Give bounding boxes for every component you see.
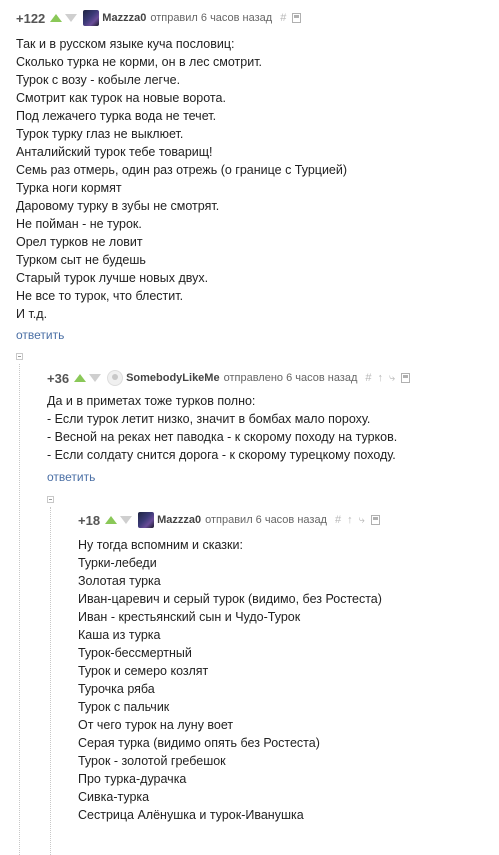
link-icon[interactable]: # (280, 12, 286, 24)
comment-line: Сколько турка не корми, он в лес смотрит… (16, 55, 263, 69)
comment-header: +36 SomebodyLikeMe отправлено 6 часов на… (47, 369, 411, 387)
comment-line: Ну тогда вспомним и сказки: (78, 538, 243, 552)
comment-line: Турок с возу - кобыле легче. (16, 73, 181, 87)
comment-line: Так и в русском языке куча пословиц: (16, 37, 235, 51)
comment-line: Анталийский турок тебе товарищ! (16, 145, 213, 159)
comment-line: Золотая турка (78, 574, 161, 588)
save-icon[interactable] (370, 515, 380, 525)
vote-down-icon[interactable] (120, 516, 133, 524)
comment-line: От чего турок на луну воет (78, 718, 234, 732)
comment: +18 Mazzza0 отправил 6 часов назад # ↑ ⤷… (78, 511, 488, 831)
comment-timestamp: отправил 6 часов назад (150, 12, 273, 24)
link-icon[interactable]: # (335, 514, 341, 526)
comment-line: Под лежачего турка вода не течет. (16, 109, 217, 123)
comment-line: Даровому турку в зубы не смотрят. (16, 199, 220, 213)
comment-line: Турки-лебеди (78, 556, 157, 570)
comment-line: - Если солдату снится дорога - к скорому… (47, 448, 396, 462)
vote-down-icon[interactable] (89, 374, 102, 382)
comment-line: Турок турку глаз не выклюет. (16, 127, 184, 141)
comment: +122 Mazzza0 отправил 6 часов назад # Та… (16, 9, 486, 349)
vote-up-icon[interactable] (105, 516, 118, 524)
comment-line: Турок с пальчик (78, 700, 170, 714)
author-name[interactable]: Mazzza0 (157, 514, 201, 526)
avatar[interactable] (138, 512, 155, 528)
comment-line: Не пойман - не турок. (16, 217, 142, 231)
comment-line: Турок - золотой гребешок (78, 754, 226, 768)
reply-link[interactable]: ответить (47, 470, 95, 484)
save-icon[interactable] (292, 13, 302, 23)
parent-comment-icon[interactable]: ↑ (347, 514, 353, 526)
comment-line: Серая турка (видимо опять без Ростеста) (78, 736, 320, 750)
comment-body: Ну тогда вспомним и сказки: Турки-лебеди… (78, 536, 382, 824)
collapse-thread-button[interactable] (16, 353, 23, 360)
thread-icon[interactable]: ⤷ (359, 514, 365, 527)
comment-line: Иван - крестьянский сын и Чудо-Турок (78, 610, 301, 624)
avatar[interactable] (83, 10, 100, 26)
collapse-thread-button[interactable] (47, 496, 54, 503)
comment-rating: +36 (47, 370, 70, 386)
comment-line: Не все то турок, что блестит. (16, 289, 184, 303)
comment-body: Да и в приметах тоже турков полно: - Есл… (47, 392, 397, 464)
comment-line: Турок и семеро козлят (78, 664, 209, 678)
vote-down-icon[interactable] (65, 14, 78, 22)
comment-line: Каша из турка (78, 628, 161, 642)
save-icon[interactable] (401, 373, 411, 383)
avatar[interactable] (107, 370, 124, 386)
comment-line: И т.д. (16, 307, 48, 321)
thread-line (19, 364, 20, 855)
comment-line: Иван-царевич и серый турок (видимо, без … (78, 592, 382, 606)
comment-line: Турка ноги кормят (16, 181, 122, 195)
comment-line: Турок-бессмертный (78, 646, 192, 660)
comment-line: Сестрица Алёнушка и турок-Иванушка (78, 808, 304, 822)
comment-line: Орел турков не ловит (16, 235, 143, 249)
vote-up-icon[interactable] (50, 14, 63, 22)
comment-line: Турочка ряба (78, 682, 155, 696)
comment-line: Сивка-турка (78, 790, 150, 804)
vote-up-icon[interactable] (74, 374, 87, 382)
comment-line: Семь раз отмерь, один раз отрежь (о гран… (16, 163, 348, 177)
link-icon[interactable]: # (365, 372, 371, 384)
comment-rating: +18 (78, 512, 101, 528)
comment-timestamp: отправил 6 часов назад (205, 514, 327, 526)
comment-body: Так и в русском языке куча пословиц: Ско… (16, 35, 347, 323)
comment-line: Старый турок лучше новых двух. (16, 271, 209, 285)
comment-line: Смотрит как турок на новые ворота. (16, 91, 226, 105)
comment-rating: +122 (16, 10, 46, 26)
comment-line: Да и в приметах тоже турков полно: (47, 394, 256, 408)
comment-line: - Весной на реках нет паводка - к скором… (47, 430, 398, 444)
thread-line (50, 507, 51, 855)
comment-timestamp: отправлено 6 часов назад (223, 372, 358, 384)
comment-header: +18 Mazzza0 отправил 6 часов назад # ↑ ⤷ (78, 511, 380, 529)
comment-header: +122 Mazzza0 отправил 6 часов назад # (16, 9, 302, 27)
thread-icon[interactable]: ⤷ (389, 372, 395, 385)
reply-link[interactable]: ответить (16, 328, 64, 342)
comment-line: Турком сыт не будешь (16, 253, 146, 267)
author-name[interactable]: Mazzza0 (102, 12, 146, 24)
author-name[interactable]: SomebodyLikeMe (126, 372, 220, 384)
comment: +36 SomebodyLikeMe отправлено 6 часов на… (47, 369, 487, 489)
parent-comment-icon[interactable]: ↑ (378, 372, 384, 384)
comment-line: Про турка-дурачка (78, 772, 187, 786)
comment-line: - Если турок летит низко, значит в бомба… (47, 412, 371, 426)
